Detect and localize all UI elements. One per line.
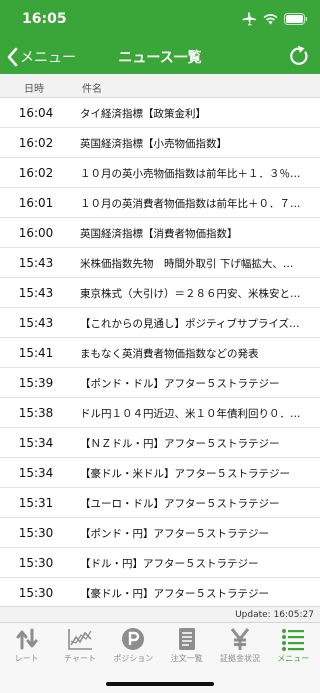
- news-row[interactable]: 15:30 【ポンド・円】アフター５ストラテジー: [0, 518, 320, 548]
- tab-margin-status[interactable]: 証拠金状況: [213, 623, 266, 672]
- news-row[interactable]: 15:38 ドル円１０４円近辺、米１０年債利回り０．…: [0, 398, 320, 428]
- news-row[interactable]: 16:02 英国経済指標【小売物価指数】: [0, 128, 320, 158]
- refresh-icon[interactable]: [288, 45, 310, 67]
- tab-rate[interactable]: レート: [0, 623, 53, 672]
- news-list: 16:04 タイ経済指標【政策金利】 16:02 英国経済指標【小売物価指数】 16…: [0, 98, 320, 608]
- news-time: 15:38: [18, 406, 54, 420]
- airplane-icon: [242, 12, 256, 26]
- news-subject: 【ポンド・ドル】アフター５ストラテジー: [80, 378, 280, 390]
- news-time: 15:43: [18, 316, 54, 330]
- news-row[interactable]: 16:04 タイ経済指標【政策金利】: [0, 98, 320, 128]
- news-row[interactable]: 15:34 【豪ドル・米ドル】アフター５ストラテジー: [0, 458, 320, 488]
- news-time: 15:30: [18, 526, 54, 540]
- yen-icon: [230, 628, 250, 650]
- wifi-icon: [263, 14, 278, 25]
- news-subject: １０月の英消費者物価指数は前年比＋０．７…: [80, 198, 301, 210]
- news-row[interactable]: 15:34 【ＮＺドル・円】アフター５ストラテジー: [0, 428, 320, 458]
- position-icon: [122, 628, 145, 650]
- news-time: 15:30: [18, 556, 54, 570]
- news-time: 15:34: [18, 466, 54, 480]
- news-time: 15:31: [18, 496, 54, 510]
- home-indicator-area: [0, 672, 320, 693]
- news-time: 15:43: [18, 256, 54, 270]
- news-subject: ドル円１０４円近辺、米１０年債利回り０．…: [80, 408, 301, 420]
- tab-bar: レート チャート ポジション 注文一覧 証拠金状況 メニュー: [0, 622, 320, 672]
- news-subject: 英国経済指標【小売物価指数】: [80, 138, 227, 150]
- news-row[interactable]: 16:01 １０月の英消費者物価指数は前年比＋０．７…: [0, 188, 320, 218]
- tab-order-list-label: 注文一覧: [170, 654, 203, 663]
- tab-chart[interactable]: チャート: [53, 623, 106, 672]
- news-subject: 【これからの見通し】ポジティブサプライズ…: [80, 318, 300, 330]
- battery-icon: [284, 13, 308, 25]
- news-time: 16:02: [18, 166, 54, 180]
- news-row[interactable]: 15:31 【ユーロ・ドル】アフター５ストラテジー: [0, 488, 320, 518]
- tab-menu[interactable]: メニュー: [267, 623, 320, 672]
- page-title: ニュース一覧: [118, 50, 202, 66]
- tab-margin-status-label: 証拠金状況: [219, 654, 260, 663]
- title-column-header: 件名: [82, 84, 102, 95]
- news-time: 15:30: [18, 586, 54, 600]
- news-subject: 東京株式（大引け）＝２８６円安、米株安と…: [80, 288, 301, 300]
- news-time: 16:02: [18, 136, 54, 150]
- news-time: 16:01: [18, 196, 54, 210]
- news-subject: 【豪ドル・米ドル】アフター５ストラテジー: [80, 468, 290, 480]
- time-column-header: 日時: [24, 84, 44, 95]
- news-subject: まもなく英消費者物価指数などの発表: [80, 348, 259, 360]
- tab-position[interactable]: ポジション: [107, 623, 160, 672]
- tab-menu-label: メニュー: [277, 654, 310, 663]
- news-row[interactable]: 15:43 東京株式（大引け）＝２８６円安、米株安と…: [0, 278, 320, 308]
- status-icons: [241, 12, 308, 26]
- news-row[interactable]: 15:39 【ポンド・ドル】アフター５ストラテジー: [0, 368, 320, 398]
- tab-order-list[interactable]: 注文一覧: [160, 623, 213, 672]
- list-header: 日時 件名: [0, 74, 320, 98]
- tab-chart-label: チャート: [64, 654, 96, 663]
- news-row[interactable]: 15:43 【これからの見通し】ポジティブサプライズ…: [0, 308, 320, 338]
- news-row[interactable]: 16:00 英国経済指標【消費者物価指数】: [0, 218, 320, 248]
- news-subject: 【ドル・円】アフター５ストラテジー: [80, 558, 259, 570]
- order-list-icon: [178, 628, 195, 650]
- chart-icon: [68, 629, 92, 650]
- status-time: 16:05: [22, 11, 67, 27]
- news-subject: 【ユーロ・ドル】アフター５ストラテジー: [80, 498, 280, 510]
- news-time: 15:43: [18, 286, 54, 300]
- menu-list-icon: [282, 629, 305, 651]
- tab-rate-label: レート: [14, 654, 39, 663]
- home-indicator[interactable]: [106, 682, 214, 686]
- news-subject: 米株価指数先物 時間外取引 下げ幅拡大、…: [80, 258, 294, 270]
- news-subject: １０月の英小売物価指数は前年比＋１．３％…: [80, 168, 301, 180]
- update-timestamp: Update: 16:05:27: [0, 606, 320, 622]
- news-row[interactable]: 15:30 【豪ドル・円】アフター５ストラテジー: [0, 578, 320, 608]
- news-time: 16:00: [18, 226, 54, 240]
- news-subject: 英国経済指標【消費者物価指数】: [80, 228, 238, 240]
- news-row[interactable]: 15:43 米株価指数先物 時間外取引 下げ幅拡大、…: [0, 248, 320, 278]
- news-subject: タイ経済指標【政策金利】: [80, 108, 206, 120]
- news-row[interactable]: 15:41 まもなく英消費者物価指数などの発表: [0, 338, 320, 368]
- news-time: 15:34: [18, 436, 54, 450]
- news-row[interactable]: 16:02 １０月の英小売物価指数は前年比＋１．３％…: [0, 158, 320, 188]
- tab-position-label: ポジション: [113, 654, 154, 663]
- navigation-bar: メニュー ニュース一覧: [0, 40, 320, 74]
- news-subject: 【ポンド・円】アフター５ストラテジー: [80, 528, 269, 540]
- news-subject: 【ＮＺドル・円】アフター５ストラテジー: [80, 438, 280, 450]
- news-subject: 【豪ドル・円】アフター５ストラテジー: [80, 588, 269, 600]
- status-bar: 16:05: [0, 0, 320, 40]
- news-time: 15:41: [18, 346, 54, 360]
- news-row[interactable]: 15:30 【ドル・円】アフター５ストラテジー: [0, 548, 320, 578]
- news-time: 16:04: [18, 106, 54, 120]
- news-time: 15:39: [18, 376, 54, 390]
- rate-arrows-icon: [16, 628, 38, 650]
